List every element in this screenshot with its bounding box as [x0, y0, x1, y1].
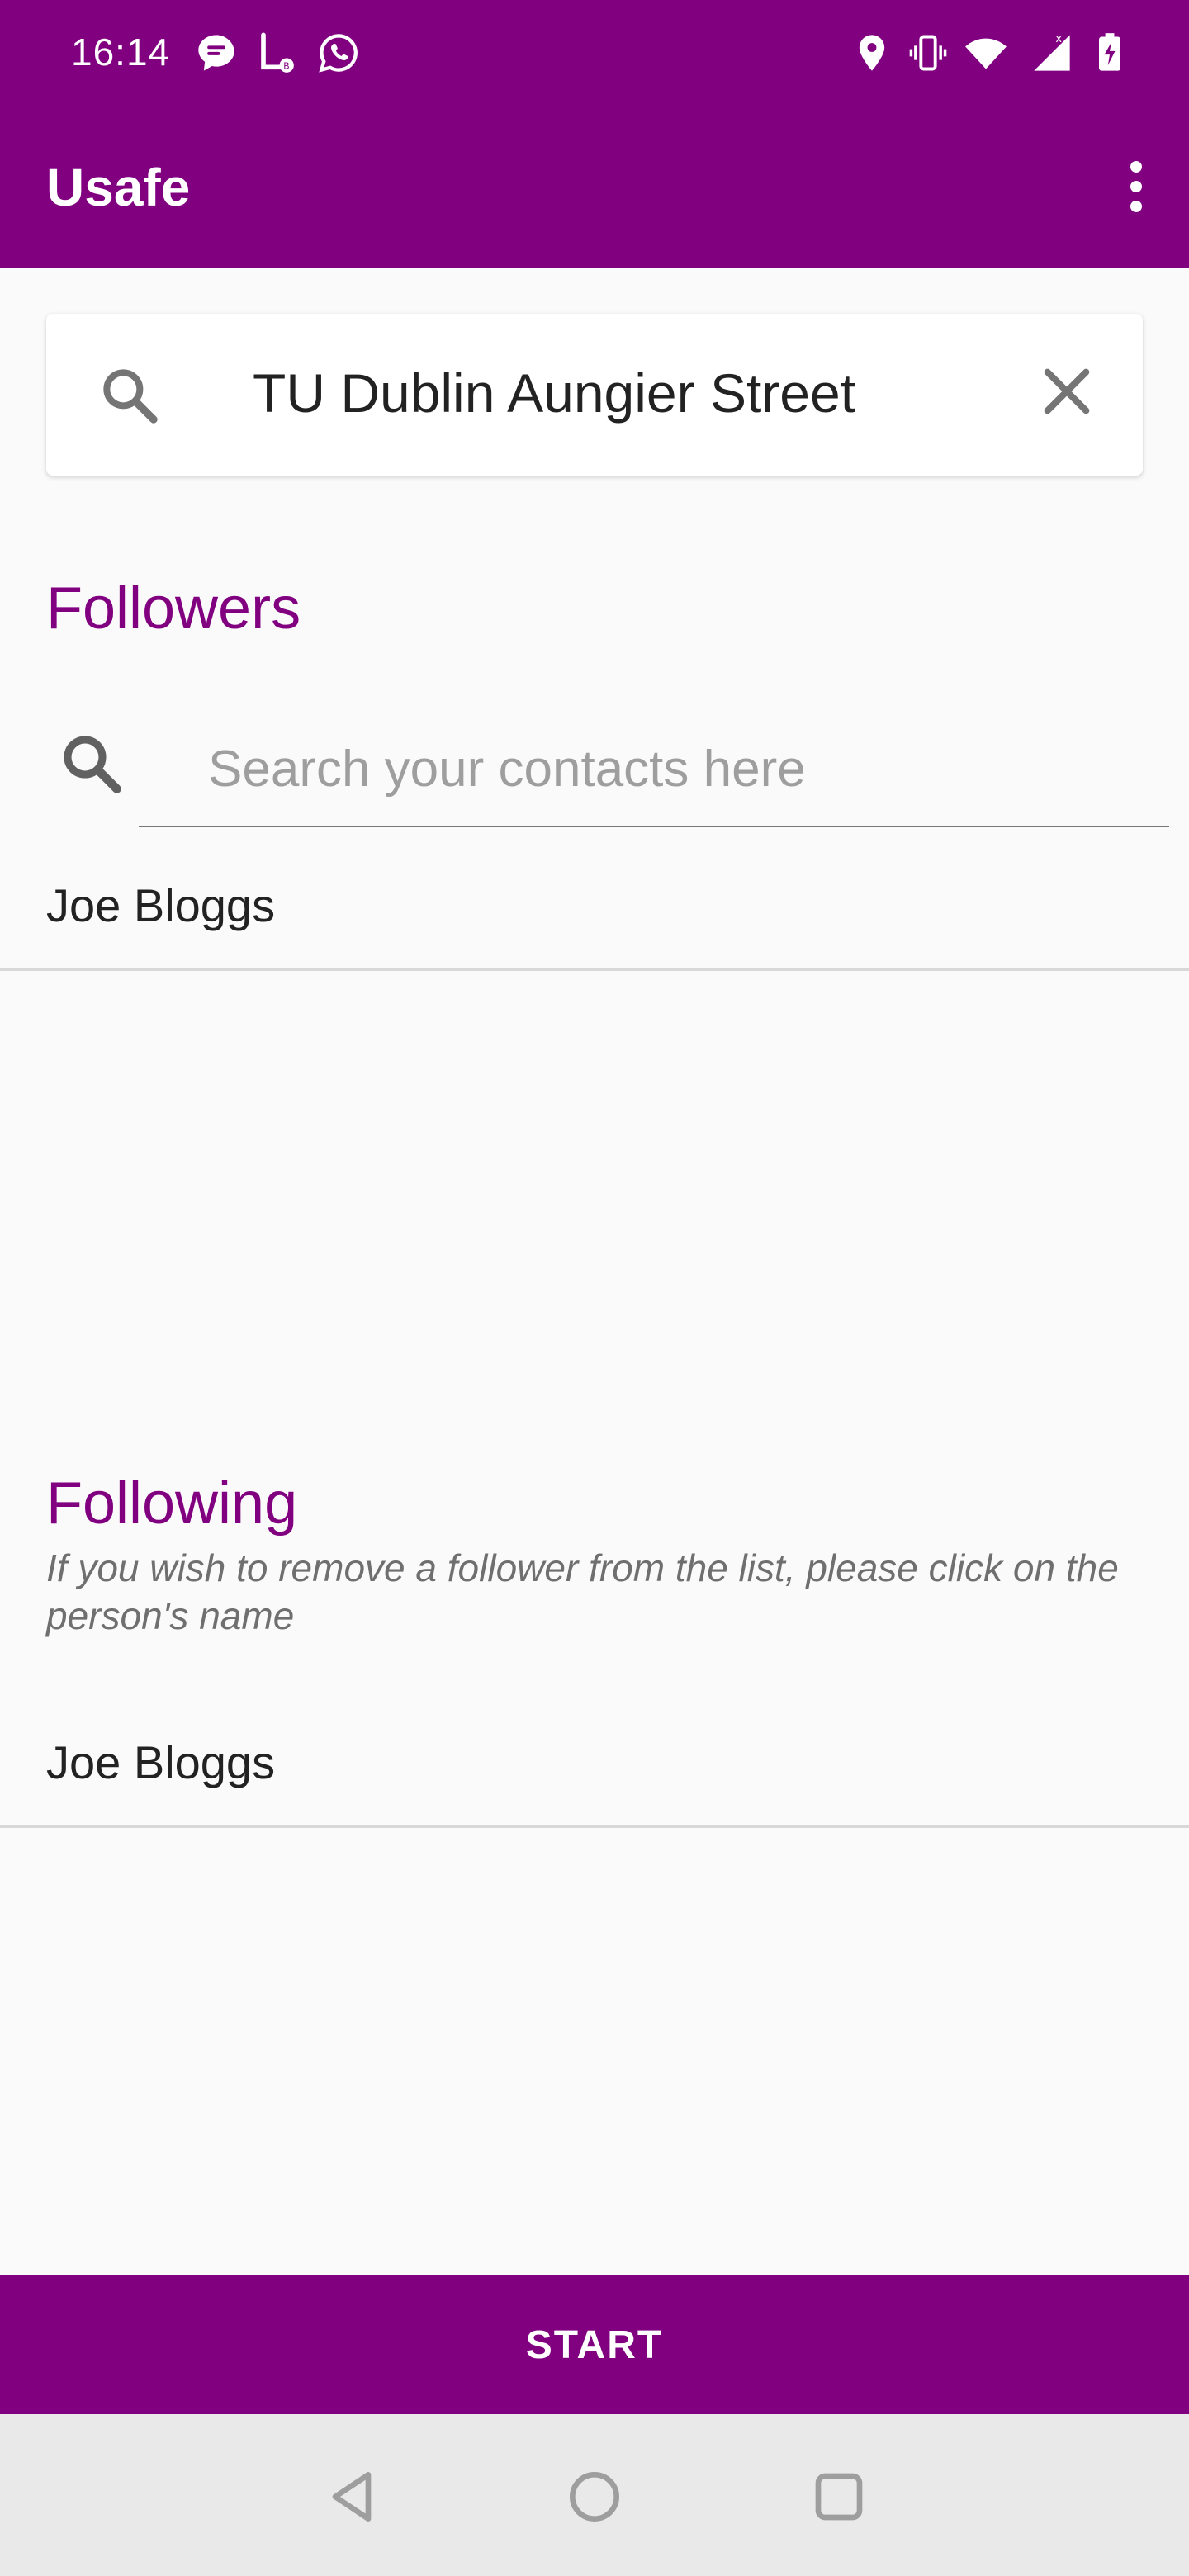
follower-name[interactable]: Joe Bloggs — [46, 878, 275, 932]
more-vert-icon[interactable] — [1106, 154, 1166, 220]
list-item[interactable]: Joe Bloggs — [0, 1735, 1189, 1828]
whatsapp-icon — [319, 34, 358, 73]
svg-text:B: B — [283, 61, 289, 72]
location-icon — [859, 35, 885, 71]
svg-text:x: x — [1055, 33, 1062, 45]
close-icon[interactable] — [1034, 358, 1100, 424]
following-title: Following — [46, 1470, 298, 1537]
tasker-icon: B — [261, 32, 294, 73]
app-bar: Usafe — [0, 107, 1189, 268]
contact-search — [46, 712, 1169, 827]
list-item[interactable]: Joe Bloggs — [0, 878, 1189, 971]
app-title: Usafe — [46, 158, 191, 217]
following-name[interactable]: Joe Bloggs — [46, 1735, 275, 1789]
followers-title: Followers — [46, 575, 301, 642]
place-search-bar[interactable]: TU Dublin Aungier Street — [46, 314, 1143, 476]
recents-icon[interactable] — [806, 2464, 872, 2530]
start-button[interactable]: START — [0, 2275, 1189, 2414]
status-bar: 16:14 B x — [0, 0, 1189, 107]
search-icon — [103, 369, 158, 424]
chat-bubble-icon — [198, 35, 234, 71]
following-hint: If you wish to remove a follower from th… — [46, 1546, 1119, 1637]
vibrate-icon — [909, 35, 947, 71]
contact-search-icon — [64, 736, 121, 793]
home-icon[interactable] — [561, 2464, 628, 2530]
place-search-value[interactable]: TU Dublin Aungier Street — [253, 362, 855, 424]
navigation-bar — [0, 2414, 1189, 2576]
wifi-icon — [965, 38, 1007, 69]
contact-search-input[interactable] — [139, 712, 1169, 827]
status-time: 16:14 — [71, 31, 171, 73]
back-icon[interactable] — [319, 2464, 385, 2530]
signal-icon: x — [1034, 33, 1070, 71]
battery-charging-icon — [1099, 33, 1120, 71]
